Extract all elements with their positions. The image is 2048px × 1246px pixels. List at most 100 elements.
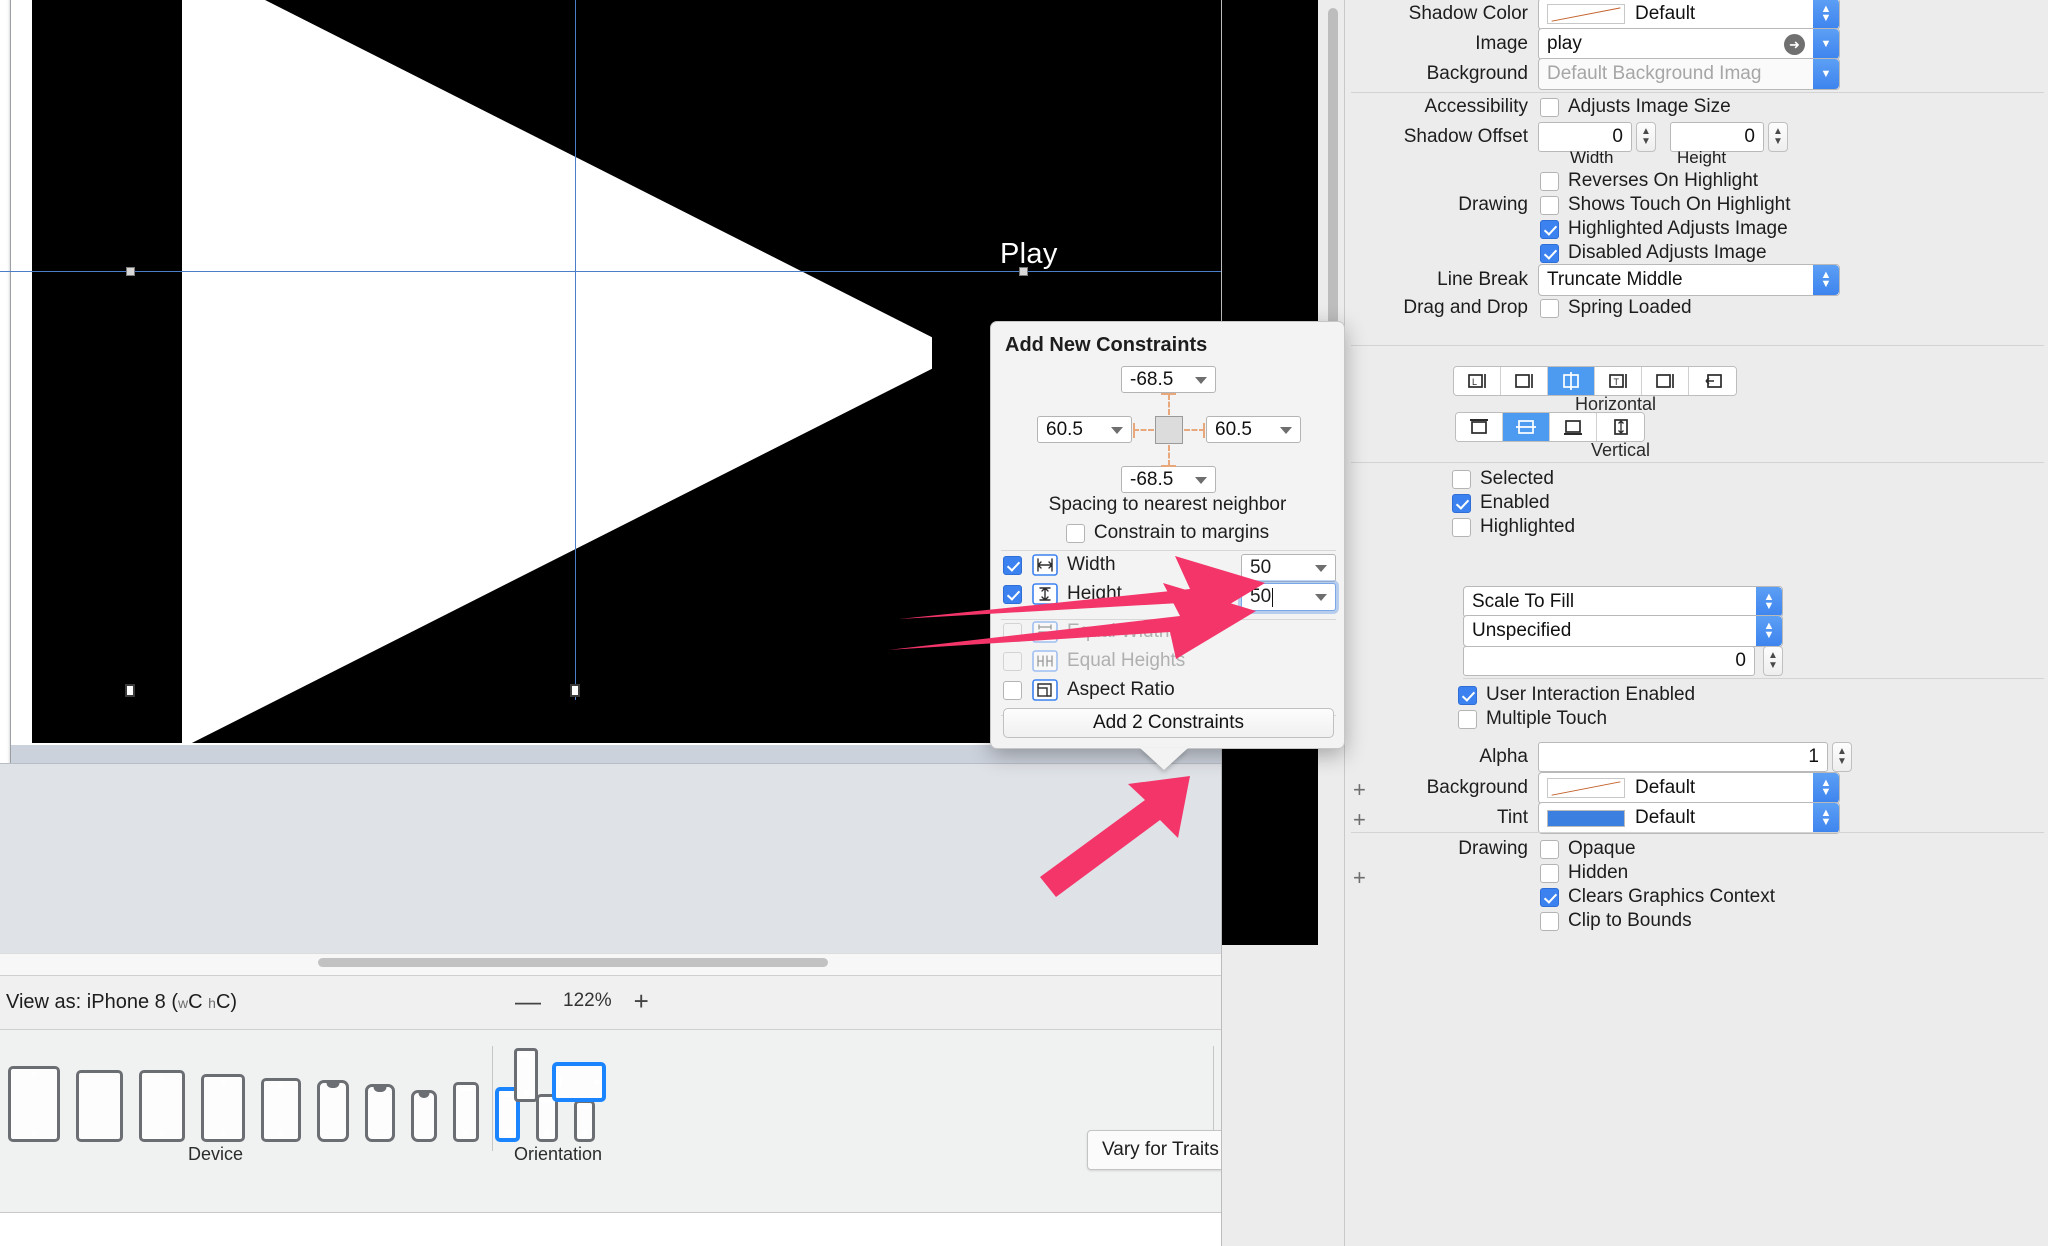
device-option-ipad-mini[interactable] <box>261 1078 301 1142</box>
spring-loaded-checkbox[interactable] <box>1540 298 1559 318</box>
equal-widths-checkbox[interactable] <box>1003 622 1022 642</box>
user-interaction-enabled-checkbox[interactable] <box>1458 685 1477 705</box>
shadow-offset-height-stepper[interactable]: ▲ ▼ <box>1768 122 1788 152</box>
multiple-touch-checkbox[interactable] <box>1458 709 1477 729</box>
vertical-alignment-segmented[interactable] <box>1455 412 1645 442</box>
highlighted-adjusts-image-checkbox[interactable] <box>1540 219 1559 239</box>
chevron-down-icon[interactable] <box>1195 477 1207 484</box>
view-background-combo[interactable]: Default ▲ ▼ <box>1538 772 1840 804</box>
line-break-combo[interactable]: Truncate Middle ▲ ▼ <box>1538 264 1840 296</box>
align-bottom-icon[interactable] <box>1550 413 1597 441</box>
disabled-adjusts-image-checkbox[interactable] <box>1540 243 1559 263</box>
tag-stepper[interactable]: ▲ ▼ <box>1763 646 1783 676</box>
chevron-updown-icon[interactable]: ▲ ▼ <box>1813 773 1839 803</box>
chevron-updown-icon[interactable]: ▲ ▼ <box>1756 616 1782 646</box>
height-checkbox[interactable] <box>1003 584 1022 604</box>
clip-to-bounds-checkbox[interactable] <box>1540 911 1559 931</box>
image-combo[interactable]: play ➜ ▼ <box>1538 28 1840 60</box>
chevron-updown-icon[interactable]: ▲ ▼ <box>1756 587 1782 617</box>
device-option-ipad-air[interactable] <box>201 1074 245 1142</box>
spacing-left-combo[interactable]: 60.5 <box>1037 416 1132 443</box>
selection-handle-right[interactable] <box>1019 267 1028 276</box>
width-checkbox[interactable] <box>1003 555 1022 575</box>
alpha-field[interactable]: 1 <box>1538 742 1828 772</box>
jump-to-asset-icon[interactable]: ➜ <box>1784 34 1805 55</box>
tint-add-variation-icon[interactable]: + <box>1353 807 1366 833</box>
guide-marker-left[interactable] <box>125 684 135 697</box>
shadow-color-combo[interactable]: Default ▲ ▼ <box>1538 0 1840 30</box>
strut-bottom[interactable] <box>1168 445 1170 466</box>
strut-left[interactable] <box>1133 429 1154 431</box>
hidden-checkbox[interactable] <box>1540 863 1559 883</box>
align-leading-icon[interactable] <box>1501 367 1548 395</box>
shows-touch-on-highlight-checkbox[interactable] <box>1540 195 1559 215</box>
vary-for-traits-button[interactable]: Vary for Traits <box>1087 1130 1234 1170</box>
alpha-stepper[interactable]: ▲ ▼ <box>1832 742 1852 772</box>
opaque-checkbox[interactable] <box>1540 839 1559 859</box>
align-text-icon[interactable]: T <box>1595 367 1642 395</box>
device-option-iphone-xs-max[interactable] <box>317 1080 349 1142</box>
aspect-ratio-checkbox[interactable] <box>1003 680 1022 700</box>
chevron-updown-icon[interactable]: ▲ ▼ <box>1813 0 1839 29</box>
device-option-iphone-8-plus[interactable] <box>453 1082 479 1142</box>
chevron-down-icon[interactable] <box>1315 594 1327 601</box>
zoom-out-button[interactable]: — <box>515 988 541 1014</box>
reverses-on-highlight-checkbox[interactable] <box>1540 171 1559 191</box>
play-image[interactable] <box>182 0 932 743</box>
canvas-hscrollbar-thumb[interactable] <box>318 958 828 967</box>
chevron-down-icon[interactable]: ▼ <box>1813 29 1839 59</box>
tint-combo[interactable]: Default ▲ ▼ <box>1538 802 1840 834</box>
spacing-top-combo[interactable]: -68.5 <box>1121 366 1216 393</box>
align-center-x-icon[interactable] <box>1548 367 1595 395</box>
view-as-control[interactable]: View as: iPhone 8 (wC hC) <box>6 991 237 1014</box>
spacing-bottom-combo[interactable]: -68.5 <box>1121 466 1216 493</box>
orientation-list[interactable] <box>514 1048 606 1102</box>
adjusts-image-size-checkbox[interactable] <box>1540 97 1559 117</box>
align-left-icon[interactable]: L <box>1454 367 1501 395</box>
selected-checkbox[interactable] <box>1452 469 1471 489</box>
clears-graphics-context-checkbox[interactable] <box>1540 887 1559 907</box>
align-trailing-icon[interactable] <box>1642 367 1689 395</box>
enabled-checkbox[interactable] <box>1452 493 1471 513</box>
constrain-to-margins-checkbox[interactable] <box>1065 523 1085 543</box>
align-baseline-icon[interactable] <box>1597 413 1644 441</box>
width-value-field[interactable]: 50 <box>1241 554 1336 582</box>
device-list[interactable] <box>8 1042 595 1142</box>
guide-marker-center[interactable] <box>570 684 580 697</box>
align-right-icon[interactable] <box>1689 367 1736 395</box>
chevron-updown-icon[interactable]: ▲ ▼ <box>1813 265 1839 295</box>
equal-heights-checkbox[interactable] <box>1003 651 1022 671</box>
chevron-down-icon[interactable] <box>1111 427 1123 434</box>
spacing-right-combo[interactable]: 60.5 <box>1206 416 1301 443</box>
semantic-combo[interactable]: Unspecified ▲ ▼ <box>1463 615 1783 647</box>
selection-handle-left[interactable] <box>126 267 135 276</box>
orientation-portrait[interactable] <box>514 1048 538 1102</box>
orientation-landscape[interactable] <box>552 1062 606 1102</box>
strut-top[interactable] <box>1168 394 1170 415</box>
background-image-combo[interactable]: Default Background Imag ▼ <box>1538 58 1840 90</box>
constraint-center-box[interactable] <box>1155 416 1183 444</box>
horizontal-alignment-segmented[interactable]: LT <box>1453 366 1737 396</box>
highlighted-checkbox[interactable] <box>1452 517 1471 537</box>
background-add-variation-icon[interactable]: + <box>1353 777 1366 803</box>
device-option-iphone-xr[interactable] <box>365 1084 395 1142</box>
content-mode-combo[interactable]: Scale To Fill ▲ ▼ <box>1463 586 1783 618</box>
device-option-ipad-pro-12-9[interactable] <box>8 1066 60 1142</box>
chevron-down-icon[interactable] <box>1280 427 1292 434</box>
device-option-ipad-pro-11[interactable] <box>76 1070 123 1142</box>
chevron-down-icon[interactable] <box>1195 377 1207 384</box>
shadow-offset-width-stepper[interactable]: ▲ ▼ <box>1636 122 1656 152</box>
strut-right[interactable] <box>1184 429 1205 431</box>
tag-field[interactable]: 0 <box>1463 646 1755 676</box>
device-option-iphone-x[interactable] <box>411 1090 437 1142</box>
height-value-field[interactable]: 50 <box>1241 583 1336 611</box>
device-option-ipad-pro-10-5[interactable] <box>139 1070 185 1142</box>
align-center-y-icon[interactable] <box>1503 413 1550 441</box>
zoom-in-button[interactable]: + <box>634 988 649 1014</box>
chevron-down-icon[interactable]: ▼ <box>1813 59 1839 89</box>
device-option-iphone-4s[interactable] <box>574 1100 595 1142</box>
add-constraints-button[interactable]: Add 2 Constraints <box>1003 708 1334 738</box>
chevron-updown-icon[interactable]: ▲ ▼ <box>1813 803 1839 833</box>
chevron-down-icon[interactable] <box>1315 565 1327 572</box>
align-top-icon[interactable] <box>1456 413 1503 441</box>
